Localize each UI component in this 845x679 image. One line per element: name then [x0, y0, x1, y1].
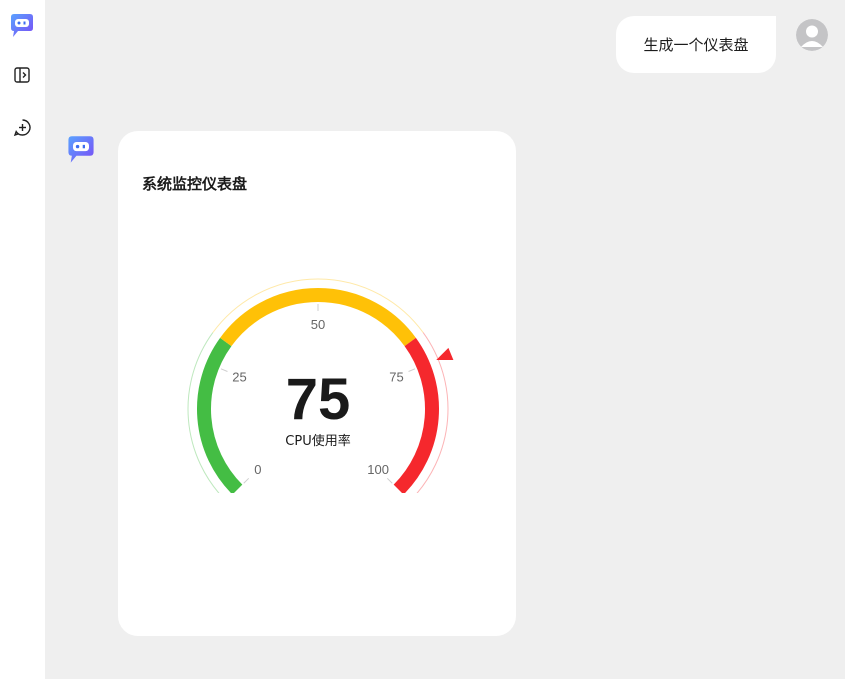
new-chat-plus-icon[interactable] — [8, 113, 36, 141]
assistant-response-card: 系统监控仪表盘 0 25 50 75 100 75 CPU使用率 — [118, 131, 516, 636]
gauge-tick-label-75: 75 — [389, 370, 403, 385]
robot-chat-icon[interactable] — [8, 12, 36, 40]
gauge-label: CPU使用率 — [285, 433, 350, 449]
gauge-pointer — [436, 347, 454, 361]
user-message-text: 生成一个仪表盘 — [643, 36, 749, 54]
gauge-tick-label-50: 50 — [311, 317, 325, 332]
gauge-band-2 — [393, 337, 439, 493]
user-avatar[interactable] — [796, 19, 828, 51]
gauge-value: 75 — [286, 367, 351, 432]
user-message-bubble: 生成一个仪表盘 — [616, 16, 776, 73]
gauge-tick-25 — [220, 368, 228, 372]
gauge-tick-label-25: 25 — [232, 370, 246, 385]
gauge-tick-label-100: 100 — [367, 462, 389, 477]
gauge-tick-label-0: 0 — [254, 462, 261, 477]
card-title: 系统监控仪表盘 — [142, 175, 248, 193]
gauge-tick-75 — [408, 368, 416, 372]
gauge-tick-0 — [243, 477, 250, 484]
gauge-tick-100 — [386, 477, 393, 484]
gauge-chart: 025507510075CPU使用率 — [187, 278, 454, 493]
gauge-band-0 — [197, 337, 243, 493]
assistant-avatar-robot-icon — [65, 135, 97, 167]
sidebar — [0, 0, 45, 679]
sidebar-toggle-icon[interactable] — [8, 61, 36, 89]
